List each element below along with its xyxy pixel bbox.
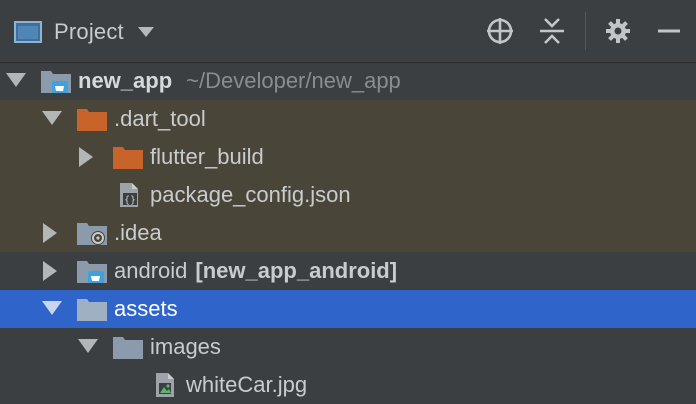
hide-minus-icon xyxy=(658,29,680,33)
folder-icon xyxy=(113,337,143,359)
expanded-arrow-icon[interactable] xyxy=(40,100,64,138)
svg-text:{}: {} xyxy=(124,195,136,206)
tree-row-new-app[interactable]: new_app ~/Developer/new_app xyxy=(0,62,696,100)
root-folder-path: ~/Developer/new_app xyxy=(186,68,401,93)
expanded-arrow-icon[interactable] xyxy=(76,328,100,366)
collapse-all-button[interactable] xyxy=(534,12,570,50)
root-folder-name: new_app xyxy=(78,68,173,93)
project-header: Project xyxy=(0,0,696,63)
expanded-arrow-icon[interactable] xyxy=(4,62,28,100)
image-file-icon xyxy=(156,373,174,397)
hide-button[interactable] xyxy=(651,12,687,50)
module-folder-icon xyxy=(77,261,107,283)
folder-name: .idea xyxy=(114,220,162,245)
idea-folder-icon xyxy=(77,223,107,245)
tree-row-android[interactable]: android [new_app_android] xyxy=(0,252,696,290)
tree-row-flutter-build[interactable]: flutter_build xyxy=(0,138,696,176)
collapsed-arrow-icon[interactable] xyxy=(74,138,98,176)
file-name: whiteCar.jpg xyxy=(186,372,308,397)
collapse-all-icon xyxy=(540,18,564,44)
dropdown-caret-icon xyxy=(137,27,154,37)
folder-name: android xyxy=(114,258,188,283)
project-view-selector[interactable]: Project xyxy=(14,14,154,50)
collapsed-arrow-icon[interactable] xyxy=(38,214,62,252)
project-tree: new_app ~/Developer/new_app .dart_tool fl… xyxy=(0,62,696,404)
settings-button[interactable] xyxy=(600,12,636,50)
file-name: package_config.json xyxy=(150,182,351,207)
project-tool-window: Project new_app ~/Developer/new_app .dar… xyxy=(0,0,696,404)
folder-name: flutter_build xyxy=(150,144,264,169)
tree-row-whitecar[interactable]: whiteCar.jpg xyxy=(0,366,696,404)
folder-name: assets xyxy=(114,296,178,321)
tree-row-package-config[interactable]: {} package_config.json xyxy=(0,176,696,214)
module-folder-icon xyxy=(41,71,71,93)
expanded-arrow-icon[interactable] xyxy=(40,290,64,328)
settings-gear-icon xyxy=(606,19,630,43)
excluded-folder-icon xyxy=(113,147,143,169)
folder-name: .dart_tool xyxy=(114,106,206,131)
json-file-icon: {} xyxy=(120,183,138,207)
tree-row-idea[interactable]: .idea xyxy=(0,214,696,252)
locate-icon xyxy=(487,18,513,44)
locate-button[interactable] xyxy=(482,12,518,50)
tree-row-assets[interactable]: assets xyxy=(0,290,696,328)
tree-row-images[interactable]: images xyxy=(0,328,696,366)
toolbar-divider xyxy=(585,12,586,50)
project-window-icon xyxy=(14,21,42,43)
collapsed-arrow-icon[interactable] xyxy=(38,252,62,290)
project-view-title: Project xyxy=(54,19,124,44)
folder-name: images xyxy=(150,334,221,359)
tree-row-dart-tool[interactable]: .dart_tool xyxy=(0,100,696,138)
excluded-folder-icon xyxy=(77,109,107,131)
folder-icon xyxy=(77,299,107,321)
module-name: [new_app_android] xyxy=(195,258,398,283)
